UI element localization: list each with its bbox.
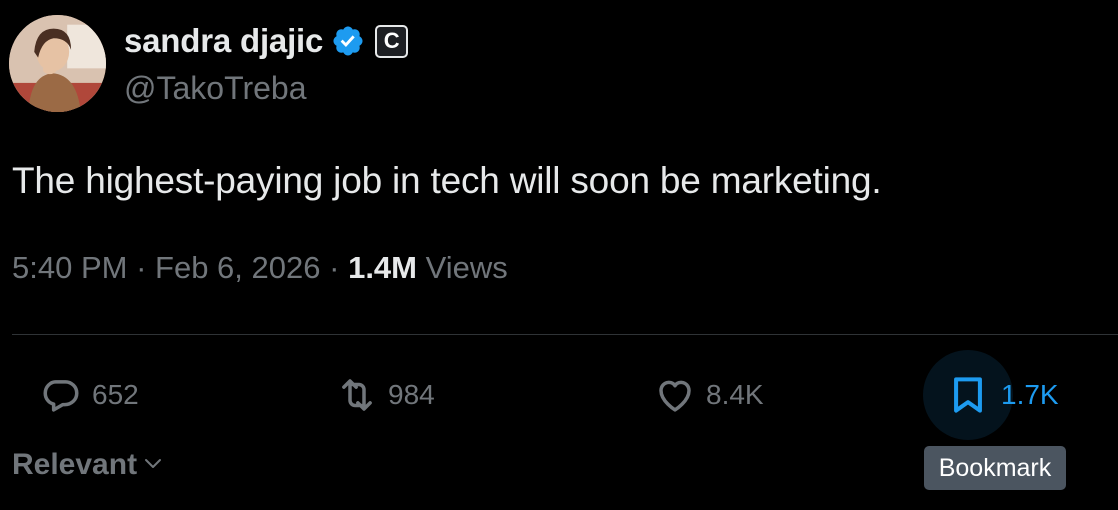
like-count: 8.4K: [706, 379, 764, 410]
heart-icon: [654, 374, 696, 416]
sort-dropdown[interactable]: Relevant: [12, 447, 165, 483]
author-name[interactable]: sandra djajic: [124, 22, 323, 60]
retweet-count: 984: [388, 379, 435, 410]
meta-separator: ·: [329, 250, 340, 285]
post-meta: 5:40 PM · Feb 6, 2026 · 1.4M Views: [12, 250, 508, 286]
post-text: The highest-paying job in tech will soon…: [12, 160, 882, 201]
bookmark-tooltip: Bookmark: [924, 446, 1066, 490]
avatar[interactable]: [9, 15, 106, 112]
reply-count: 652: [92, 379, 139, 410]
divider: [12, 334, 1118, 335]
reply-button[interactable]: 652: [40, 364, 139, 426]
profile-photo-icon: [9, 15, 106, 112]
views-count: 1.4M: [348, 250, 417, 285]
sort-label: Relevant: [12, 448, 138, 481]
retweet-button[interactable]: 984: [336, 364, 435, 426]
affiliate-badge[interactable]: C: [375, 24, 409, 58]
retweet-icon: [336, 374, 378, 416]
post-date[interactable]: Feb 6, 2026: [155, 250, 320, 285]
chevron-down-icon: [141, 447, 165, 483]
verified-badge-icon[interactable]: [331, 24, 365, 58]
post-time[interactable]: 5:40 PM: [12, 250, 127, 285]
author-handle[interactable]: @TakoTreba: [124, 70, 306, 107]
author-row: sandra djajic C: [124, 22, 409, 60]
like-button[interactable]: 8.4K: [654, 364, 764, 426]
post: sandra djajic C @TakoTreba The highest-p…: [0, 0, 1118, 510]
meta-separator: ·: [136, 250, 147, 285]
bookmark-button[interactable]: 1.7K: [923, 350, 1059, 440]
reply-icon: [40, 374, 82, 416]
bookmark-icon: [923, 350, 1013, 440]
views-label: Views: [425, 250, 508, 285]
